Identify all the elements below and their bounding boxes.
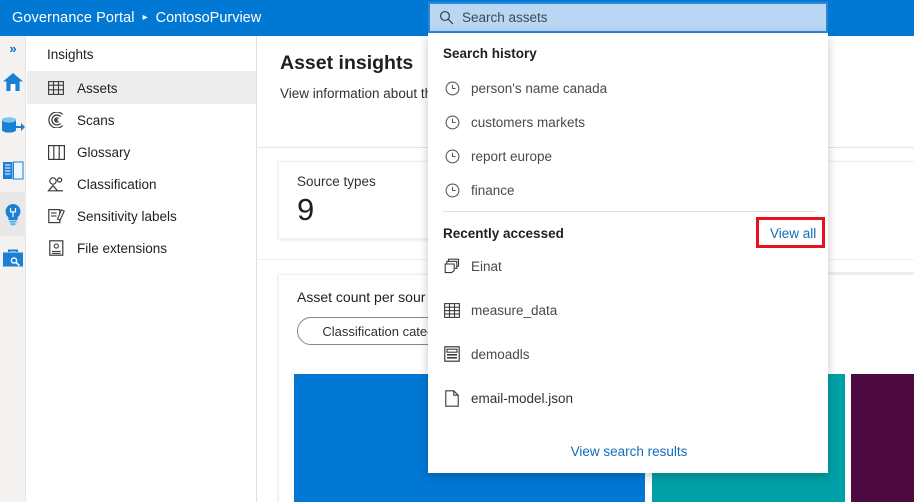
sidebar-item-assets[interactable]: Assets	[27, 72, 256, 104]
sidebar-item-label: Assets	[77, 81, 118, 96]
recently-accessed-item-label: Einat	[471, 259, 502, 274]
lightbulb-icon	[3, 203, 23, 226]
data-map-icon	[1, 116, 25, 136]
breadcrumb-separator-icon: ▸	[143, 13, 148, 23]
rail-item-insights[interactable]	[0, 192, 26, 236]
home-icon	[2, 72, 24, 92]
page-title: Asset insights	[280, 52, 413, 75]
view-all-link[interactable]: View all	[770, 226, 816, 241]
book-icon	[47, 143, 65, 161]
icon-rail: »	[0, 36, 26, 502]
clock-icon	[443, 113, 461, 131]
recently-accessed-item[interactable]: demoadls	[429, 337, 829, 371]
clock-icon	[443, 79, 461, 97]
table-icon	[443, 301, 461, 319]
kpi-value: 9	[297, 190, 314, 230]
search-history-title: Search history	[443, 46, 537, 61]
search-input-placeholder: Search assets	[462, 10, 548, 25]
rail-item-glossary[interactable]	[0, 148, 26, 192]
recently-accessed-item[interactable]: measure_data	[429, 293, 829, 327]
breadcrumb-governance-portal[interactable]: Governance Portal	[12, 10, 135, 26]
search-history-item[interactable]: person's name canada	[429, 71, 829, 105]
filter-pill-label: Classification catego	[322, 324, 441, 339]
sensitivity-label-icon	[47, 207, 65, 225]
search-history-item-label: customers markets	[471, 115, 585, 130]
app-root: Asset insights View information about th…	[0, 0, 914, 502]
radar-icon	[47, 111, 65, 129]
kpi-label: Source types	[297, 174, 376, 189]
sidebar-item-label: Classification	[77, 177, 157, 192]
file-extension-icon	[47, 239, 65, 257]
book-icon	[2, 161, 24, 180]
file-icon	[443, 389, 461, 407]
recently-accessed-item-label: demoadls	[471, 347, 530, 362]
classification-icon	[47, 175, 65, 193]
sidebar-item-glossary[interactable]: Glossary	[27, 136, 256, 168]
locked-card[interactable]	[818, 161, 914, 273]
sidebar-item-label: File extensions	[77, 241, 167, 256]
chevron-double-right-icon: »	[9, 41, 16, 56]
search-history-item[interactable]: report europe	[429, 139, 829, 173]
sidebar-item-classification[interactable]: Classification	[27, 168, 256, 200]
sidebar-item-label: Glossary	[77, 145, 130, 160]
recently-accessed-item[interactable]: email-model.json	[429, 381, 829, 415]
breadcrumb-account[interactable]: ContosoPurview	[156, 10, 262, 26]
search-history-item[interactable]: finance	[429, 173, 829, 207]
copies-icon	[443, 257, 461, 275]
storage-icon	[443, 345, 461, 363]
search-history-item-label: finance	[471, 183, 515, 198]
dropdown-divider	[443, 211, 815, 212]
sidebar-title: Insights	[27, 38, 256, 72]
search-history-item[interactable]: customers markets	[429, 105, 829, 139]
clock-icon	[443, 181, 461, 199]
search-icon	[439, 10, 454, 25]
sidebar-item-label: Scans	[77, 113, 115, 128]
toolbox-icon	[2, 248, 24, 268]
clock-icon	[443, 147, 461, 165]
view-search-results-link[interactable]: View search results	[429, 444, 829, 459]
sidebar: Insights Assets	[27, 36, 257, 502]
search-box[interactable]: Search assets	[428, 2, 828, 33]
sidebar-item-label: Sensitivity labels	[77, 209, 177, 224]
recently-accessed-item[interactable]: Einat	[429, 249, 829, 283]
sidebar-item-sensitivity-labels[interactable]: Sensitivity labels	[27, 200, 256, 232]
search-history-item-label: person's name canada	[471, 81, 607, 96]
sidebar-item-file-extensions[interactable]: File extensions	[27, 232, 256, 264]
recently-accessed-item-label: email-model.json	[471, 391, 573, 406]
table-icon	[47, 79, 65, 97]
recently-accessed-title: Recently accessed	[443, 226, 564, 241]
rail-item-data-map[interactable]	[0, 104, 26, 148]
search-suggestions-dropdown: Search history person's name canada cust…	[428, 33, 828, 473]
rail-item-home[interactable]	[0, 60, 26, 104]
recently-accessed-item-label: measure_data	[471, 303, 557, 318]
rail-item-management[interactable]	[0, 236, 26, 280]
sidebar-item-scans[interactable]: Scans	[27, 104, 256, 136]
chart-title: Asset count per sour	[297, 289, 425, 305]
expand-rail-button[interactable]: »	[0, 36, 26, 60]
search-history-item-label: report europe	[471, 149, 552, 164]
